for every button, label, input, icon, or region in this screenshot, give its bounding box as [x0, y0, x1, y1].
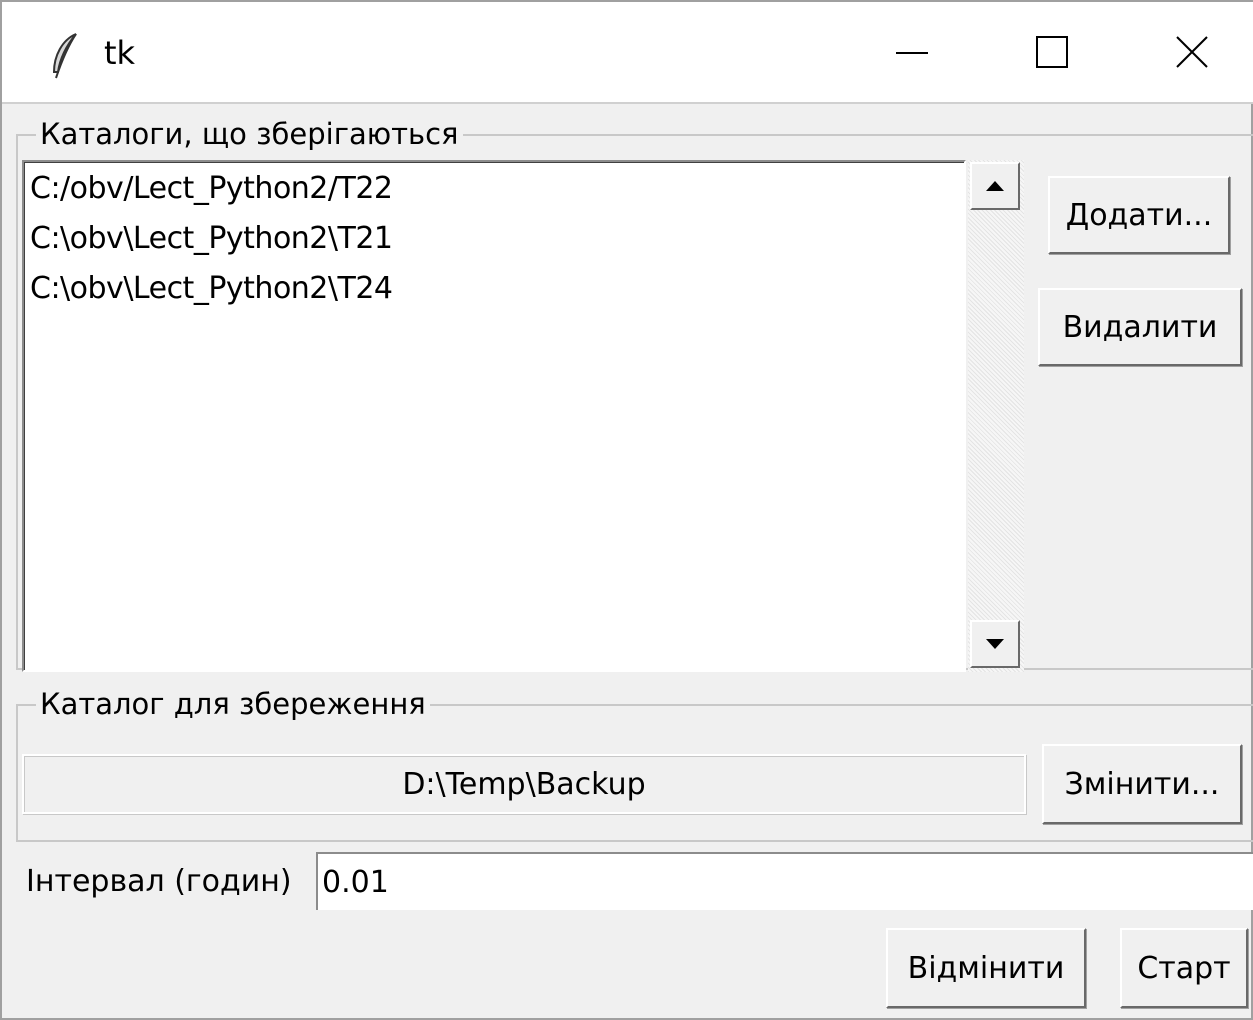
sources-legend: Каталоги, що зберігаються: [36, 116, 463, 152]
app-window: tk Каталоги, що зберігаються C:/obv/Lect…: [0, 0, 1253, 1020]
destination-legend: Каталог для збереження: [36, 686, 430, 722]
list-item[interactable]: C:\obv\Lect_Python2\T24: [24, 264, 964, 314]
change-button[interactable]: Змінити...: [1042, 744, 1242, 824]
interval-input[interactable]: [316, 852, 1253, 910]
arrow-down-icon: [986, 639, 1004, 649]
feather-icon: [48, 32, 82, 82]
sources-scrollbar[interactable]: [968, 160, 1024, 672]
window-title: tk: [104, 34, 136, 72]
delete-button[interactable]: Видалити: [1038, 288, 1242, 366]
close-button[interactable]: [1122, 2, 1253, 102]
close-icon: [1176, 36, 1208, 68]
scroll-up-button[interactable]: [970, 162, 1020, 210]
scroll-down-button[interactable]: [970, 620, 1020, 668]
cancel-button[interactable]: Відмінити: [886, 928, 1086, 1008]
minimize-button[interactable]: [842, 2, 982, 102]
minimize-icon: [896, 52, 928, 54]
add-button[interactable]: Додати...: [1048, 176, 1230, 254]
maximize-button[interactable]: [982, 2, 1122, 102]
start-button[interactable]: Старт: [1120, 928, 1248, 1008]
interval-label: Інтервал (годин): [26, 864, 292, 899]
sources-listbox[interactable]: C:/obv/Lect_Python2/T22 C:\obv\Lect_Pytho…: [22, 160, 966, 672]
list-item[interactable]: C:/obv/Lect_Python2/T22: [24, 164, 964, 214]
maximize-icon: [1036, 36, 1068, 68]
list-item[interactable]: C:\obv\Lect_Python2\T21: [24, 214, 964, 264]
destination-path: D:\Temp\Backup: [22, 754, 1026, 814]
arrow-up-icon: [986, 181, 1004, 191]
title-bar[interactable]: tk: [2, 2, 1253, 104]
